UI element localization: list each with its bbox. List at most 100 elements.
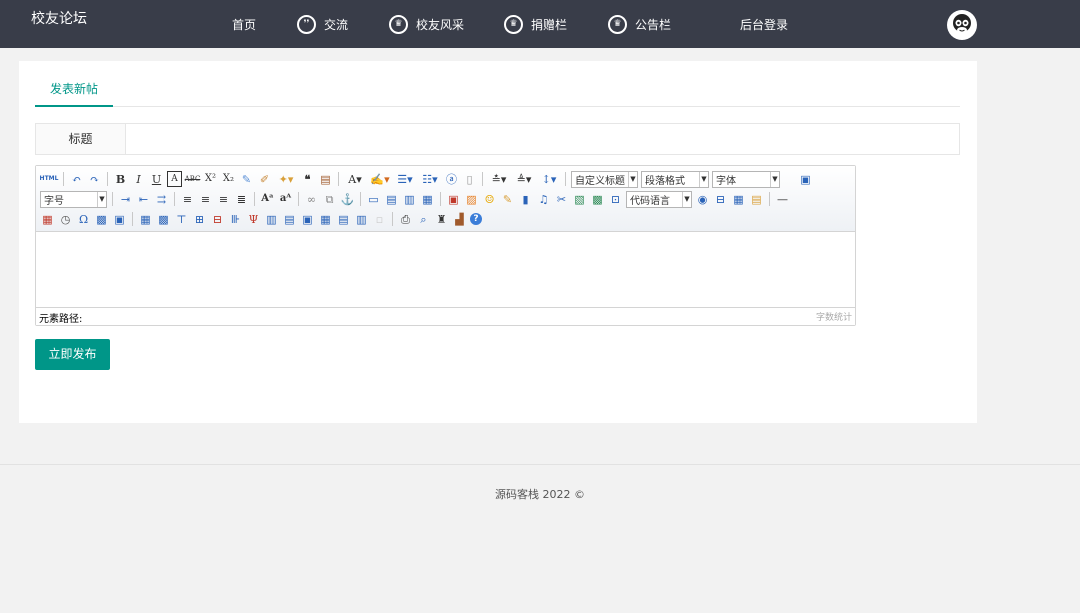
lowercase-icon[interactable]: aᴬ xyxy=(278,191,293,207)
custom-title-select[interactable]: 自定义标题 ▼ xyxy=(571,170,638,188)
preview-frame-icon[interactable]: ▣ xyxy=(112,211,127,227)
format-brush-icon[interactable]: ✐ xyxy=(257,171,272,187)
line-height-icon[interactable]: ↕▾ xyxy=(538,171,560,187)
rtl-direction-icon[interactable]: ⇤ xyxy=(136,191,151,207)
delete-row-icon[interactable]: ⊟ xyxy=(210,211,225,227)
nav-notice[interactable]: ♛ 公告栏 xyxy=(608,14,671,34)
image-none-icon[interactable]: ▭ xyxy=(366,191,381,207)
date-icon[interactable]: ▦ xyxy=(40,211,55,227)
align-right-icon[interactable]: ≡ xyxy=(216,191,231,207)
remove-format-icon[interactable]: ✎ xyxy=(239,171,254,187)
merge-down-icon[interactable]: ▣ xyxy=(300,211,315,227)
attachment-icon[interactable]: ✂ xyxy=(554,191,569,207)
insert-image-icon[interactable]: ▨ xyxy=(464,191,479,207)
nav-alumni-style[interactable]: ♛ 校友风采 xyxy=(389,14,464,34)
search-replace-icon[interactable]: ♜ xyxy=(434,211,449,227)
map-icon[interactable]: ▧ xyxy=(572,191,587,207)
paste-plain-icon[interactable]: ▤ xyxy=(318,171,333,187)
bold-icon[interactable]: B xyxy=(113,171,128,187)
delete-col-icon[interactable]: Ψ xyxy=(246,211,261,227)
nav-donation[interactable]: ♛ 捐赠栏 xyxy=(504,14,567,34)
indent-icon[interactable]: ⇉ xyxy=(154,191,169,207)
split-to-cols-icon[interactable]: ▥ xyxy=(354,211,369,227)
publish-button[interactable]: 立即发布 xyxy=(35,339,110,370)
redo-icon[interactable]: ↷ xyxy=(87,171,102,187)
snapscreen-icon[interactable]: ▩ xyxy=(94,211,109,227)
split-to-cells-icon[interactable]: ▦ xyxy=(318,211,333,227)
align-left-icon[interactable]: ≡ xyxy=(180,191,195,207)
anchor-icon[interactable]: ⚓ xyxy=(340,191,355,207)
insert-col-icon[interactable]: ⊪ xyxy=(228,211,243,227)
uppercase-icon[interactable]: Aᵃ xyxy=(260,191,275,207)
music-icon[interactable]: ♫ xyxy=(536,191,551,207)
separator xyxy=(769,192,770,206)
undo-icon[interactable]: ↶ xyxy=(69,171,84,187)
nav-exchange[interactable]: ❜❜ 交流 xyxy=(297,14,348,34)
row-spacing-bottom-icon[interactable]: ≜▾ xyxy=(513,171,535,187)
select-all-icon[interactable]: ⓐ xyxy=(444,171,459,187)
paragraph-format-select[interactable]: 段落格式 ▼ xyxy=(641,170,709,188)
italic-icon[interactable]: I xyxy=(131,171,146,187)
nav-home[interactable]: 首页 xyxy=(232,15,256,33)
delete-table-icon[interactable]: ▩ xyxy=(156,211,171,227)
font-family-select[interactable]: 字体 ▼ xyxy=(712,170,780,188)
insert-paragraph-before-table-icon[interactable]: ⊤ xyxy=(174,211,189,227)
image-right-icon[interactable]: ▥ xyxy=(402,191,417,207)
chevron-down-icon: ▼ xyxy=(699,171,708,187)
strikethrough-icon[interactable]: ABC xyxy=(185,171,201,187)
code-language-select[interactable]: 代码语言 ▼ xyxy=(626,190,692,208)
unordered-list-icon[interactable]: ☷▾ xyxy=(419,171,441,187)
background-color-icon[interactable]: ✍▾ xyxy=(369,171,391,187)
fullscreen-icon[interactable]: ▣ xyxy=(798,171,813,187)
editor-content-area[interactable] xyxy=(36,233,855,306)
merge-right-icon[interactable]: ▤ xyxy=(282,211,297,227)
link-icon[interactable]: ∞ xyxy=(304,191,319,207)
drafts-icon[interactable]: ▟ xyxy=(452,211,467,227)
insert-row-icon[interactable]: ⊞ xyxy=(192,211,207,227)
site-brand[interactable]: 校友论坛 xyxy=(31,8,87,28)
special-char-icon[interactable]: Ω xyxy=(76,211,91,227)
superscript-icon[interactable]: X² xyxy=(203,171,218,187)
image-center-icon[interactable]: ▦ xyxy=(420,191,435,207)
insert-video-icon[interactable]: ▮ xyxy=(518,191,533,207)
gmap-icon[interactable]: ▩ xyxy=(590,191,605,207)
simple-upload-icon[interactable]: ▣ xyxy=(446,191,461,207)
split-to-rows-icon[interactable]: ▤ xyxy=(336,211,351,227)
user-avatar[interactable] xyxy=(947,10,977,40)
subscript-icon[interactable]: X₂ xyxy=(221,171,236,187)
unlink-icon[interactable]: ⧉ xyxy=(322,191,337,207)
page-break-icon[interactable]: ⊟ xyxy=(713,191,728,207)
emotion-icon[interactable]: ☺ xyxy=(482,191,497,207)
horizontal-rule-icon[interactable]: — xyxy=(775,191,790,207)
charts-icon[interactable]: ▫ xyxy=(372,211,387,227)
insert-table-icon[interactable]: ▦ xyxy=(138,211,153,227)
clear-doc-icon[interactable]: ▯ xyxy=(462,171,477,187)
nav-admin-login[interactable]: 后台登录 xyxy=(740,15,788,33)
align-justify-icon[interactable]: ≣ xyxy=(234,191,249,207)
title-input[interactable] xyxy=(126,124,959,154)
ordered-list-icon[interactable]: ☰▾ xyxy=(394,171,416,187)
time-icon[interactable]: ◷ xyxy=(58,211,73,227)
background-icon[interactable]: ▦ xyxy=(731,191,746,207)
print-icon[interactable]: ⎙ xyxy=(398,211,413,227)
font-border-icon[interactable]: A xyxy=(167,171,182,187)
font-color-icon[interactable]: A▾ xyxy=(344,171,366,187)
auto-typeset-icon[interactable]: ✦▾ xyxy=(275,171,297,187)
merge-cells-icon[interactable]: ▥ xyxy=(264,211,279,227)
font-size-select[interactable]: 字号 ▼ xyxy=(40,190,107,208)
ltr-direction-icon[interactable]: ⇥ xyxy=(118,191,133,207)
insert-frame-icon[interactable]: ⊡ xyxy=(608,191,623,207)
underline-icon[interactable]: U xyxy=(149,171,164,187)
scrawl-icon[interactable]: ✎ xyxy=(500,191,515,207)
tab-new-post[interactable]: 发表新帖 xyxy=(35,76,113,107)
align-center-icon[interactable]: ≡ xyxy=(198,191,213,207)
image-left-icon[interactable]: ▤ xyxy=(384,191,399,207)
template-icon[interactable]: ◉ xyxy=(695,191,710,207)
preview-icon[interactable]: ⌕ xyxy=(416,211,431,227)
wordimage-icon[interactable]: ▤ xyxy=(749,191,764,207)
chevron-down-icon: ▼ xyxy=(97,191,106,207)
html-source-button[interactable]: HTML xyxy=(40,171,59,187)
help-icon[interactable]: ? xyxy=(470,213,482,225)
blockquote-icon[interactable]: ❝ xyxy=(300,171,315,187)
row-spacing-top-icon[interactable]: ≛▾ xyxy=(488,171,510,187)
